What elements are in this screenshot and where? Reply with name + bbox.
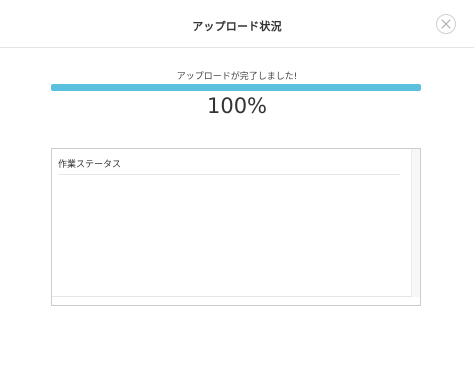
- work-status-heading: 作業ステータス: [58, 157, 400, 175]
- upload-progress-fill: [51, 84, 421, 91]
- close-button[interactable]: [436, 14, 456, 34]
- upload-progress-bar: [51, 84, 421, 91]
- dialog-title: アップロード状況: [192, 20, 282, 33]
- upload-progress-percent: 100%: [206, 94, 268, 118]
- work-status-content: 作業ステータス: [52, 149, 412, 297]
- close-icon: [441, 19, 451, 29]
- dialog-header: アップロード状況: [0, 0, 474, 48]
- upload-status-message: アップロードが完了しました!: [176, 72, 298, 82]
- work-status-panel: 作業ステータス: [51, 148, 421, 306]
- work-status-scrollbar[interactable]: [411, 149, 420, 297]
